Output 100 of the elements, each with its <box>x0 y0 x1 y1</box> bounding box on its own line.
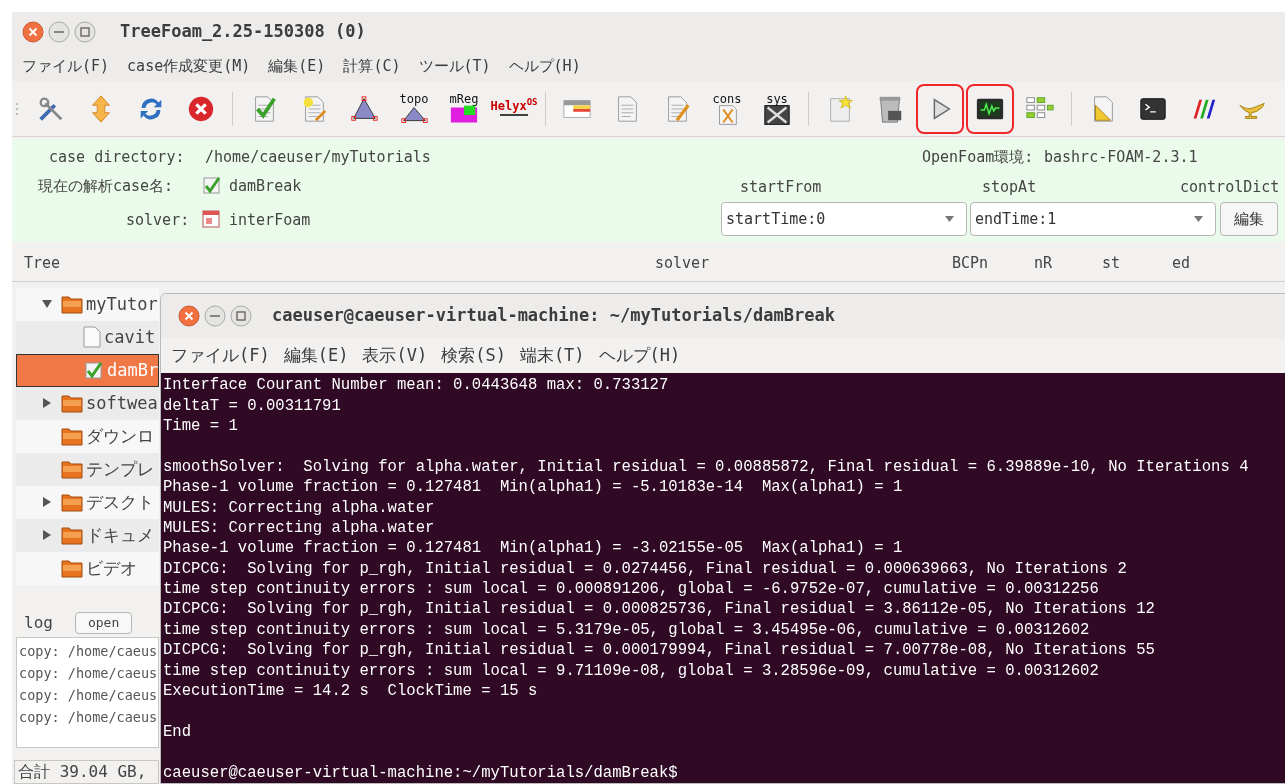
field-label: case directory: <box>49 147 185 168</box>
terminal-line: DICPCG: Solving for p_rgh, Initial residual = 0.000179994, Final residual = 7.00778e-08, No Iterations 55 <box>163 640 1156 661</box>
close-icon[interactable] <box>22 20 44 43</box>
maximize-icon[interactable] <box>230 305 252 328</box>
checked-document-icon <box>84 360 104 381</box>
terminal-line: MULES: Correcting alpha.water <box>163 517 436 539</box>
menu-item[interactable]: 端末(T) <box>519 343 585 369</box>
toolbar-button[interactable]: sys <box>753 83 801 134</box>
log-line: copy: /home/caeus <box>19 685 158 705</box>
terminal-line: MULES: Correcting alpha.water <box>163 497 436 518</box>
terminal-line: Interface Courant Number mean: 0.0443648 max: 0.733127 <box>163 375 670 396</box>
terminal-line: time step continuity errors : sum local = 5.3179e-05, global = 3.45495e-06, cumulative = 0.00312602 <box>163 619 1091 641</box>
column-header[interactable]: ed <box>1172 252 1191 275</box>
log-label: log <box>24 611 53 634</box>
terminal-line: DICPCG: Solving for p_rgh, Initial residual = 0.000825736, Final residual = 3.86112e-05, No Iterations 12 <box>163 599 1156 620</box>
terminal-line: smoothSolver: Solving for alpha.water, Initial residual = 0.00885872, Final residual = 6.39889e-10, No Iterations 4 <box>163 456 1250 478</box>
collapsed-arrow-icon[interactable] <box>42 497 52 508</box>
tree-item[interactable]: テンプレ <box>16 452 159 486</box>
menu-item[interactable]: ファイル(F) <box>22 55 110 78</box>
folder-icon <box>61 459 83 480</box>
folder-icon <box>61 492 83 513</box>
toolbar-grip-icon[interactable] <box>15 101 19 116</box>
column-header[interactable]: nR <box>1034 252 1053 275</box>
field-label: 現在の解析case名: <box>38 176 174 197</box>
menu-item[interactable]: 編集(E) <box>283 343 349 369</box>
menu-item[interactable]: 計算(C) <box>343 55 401 78</box>
status-text: 合計 39.04 GB, <box>18 761 147 783</box>
underline-icon <box>499 111 529 118</box>
terminal-line: time step continuity errors : sum local = 0.000891206, global = -6.9752e-07, cumulative = 0.00312256 <box>163 579 1100 600</box>
open-button[interactable]: open <box>74 611 133 634</box>
menu-item[interactable]: 編集(E) <box>268 55 326 78</box>
menu-item[interactable]: case作成変更(M) <box>127 55 251 78</box>
log-line: copy: /home/caeus <box>19 641 158 661</box>
toolbar-button[interactable]: Helyx$^{OS}$ <box>490 83 538 134</box>
column-header[interactable]: solver <box>655 252 710 275</box>
column-header[interactable]: BCPn <box>952 252 989 275</box>
terminal-line: End <box>163 721 193 743</box>
menu-item[interactable]: ヘルプ(H) <box>598 343 681 369</box>
menu-item[interactable]: ツール(T) <box>418 55 491 78</box>
terminal-line: Phase-1 volume fraction = 0.127481 Min(alpha1) = -3.02155e-05 Max(alpha1) = 1 <box>163 538 904 559</box>
column-header[interactable]: st <box>1102 252 1121 275</box>
tree-item[interactable]: ビデオ <box>16 551 159 585</box>
toolbar-button[interactable] <box>966 83 1014 134</box>
tree-item[interactable]: myTutor <box>16 287 159 321</box>
folder-icon <box>61 525 83 546</box>
field-value: damBreak <box>229 176 302 197</box>
field-label: stopAt <box>982 177 1037 198</box>
terminal-line: deltaT = 0.00311791 <box>163 395 342 416</box>
tree-item[interactable]: cavit <box>16 320 159 354</box>
field-label: controlDict <box>1180 177 1280 198</box>
solver-icon <box>202 210 220 228</box>
folder-icon <box>61 426 83 447</box>
window-title: TreeFoam_2.25-150308 (0) <box>120 20 366 44</box>
tree-item[interactable]: ダウンロ <box>16 419 159 453</box>
column-header[interactable]: Tree <box>24 252 61 275</box>
terminal-line: DICPCG: Solving for p_rgh, Initial residual = 0.0274456, Final residual = 0.000639663, No Iterations 2 <box>163 558 1128 580</box>
tree-item[interactable]: ドキュメ <box>16 518 159 552</box>
terminal-line: caeuser@caeuser-virtual-machine:~/myTutorials/damBreak$ <box>163 762 679 783</box>
field-label: startFrom <box>740 177 822 198</box>
menu-item[interactable]: ヘルプ(H) <box>508 55 581 78</box>
dropdown[interactable]: endTime:1 <box>970 202 1216 236</box>
menu-item[interactable]: 表示(V) <box>362 343 428 369</box>
folder-icon <box>61 294 83 315</box>
collapsed-arrow-icon[interactable] <box>42 398 52 409</box>
menu-item[interactable]: 検索(S) <box>441 343 506 369</box>
close-icon[interactable] <box>178 305 200 328</box>
maximize-icon[interactable] <box>74 20 96 43</box>
field-value: /home/caeuser/myTutorials <box>205 147 431 168</box>
window-title: caeuser@caeuser-virtual-machine: ~/myTutorials/damBreak <box>272 304 835 328</box>
field-value: interFoam <box>229 210 311 231</box>
field-label: solver: <box>126 210 190 231</box>
terminal-line: ExecutionTime = 14.2 s ClockTime = 15 s <box>163 681 539 702</box>
triangle-mesh-icon <box>399 104 429 125</box>
toolbar-button[interactable]: topo <box>390 83 438 134</box>
collapsed-arrow-icon[interactable] <box>42 530 52 541</box>
triangle-mesh-icon <box>349 93 379 124</box>
colored-blocks-icon <box>449 104 479 125</box>
file-icon <box>83 326 101 349</box>
tree-item[interactable]: デスクト <box>16 485 159 519</box>
dropdown[interactable]: startTime:0 <box>721 202 967 236</box>
field-label: OpenFoam環境: <box>922 147 1034 168</box>
minimize-icon[interactable] <box>204 305 226 328</box>
terminal-line: Phase-1 volume fraction = 0.127481 Min(alpha1) = -5.10183e-14 Max(alpha1) = 1 <box>163 477 904 498</box>
folder-icon <box>61 393 83 414</box>
menu-item[interactable]: ファイル(F) <box>171 343 270 369</box>
toolbar-button[interactable]: cons <box>703 83 751 134</box>
log-line: copy: /home/caeus <box>19 707 158 727</box>
edit-button[interactable]: 編集 <box>1220 202 1278 236</box>
folder-icon <box>61 558 83 579</box>
checked-document-icon <box>202 175 222 195</box>
minimize-icon[interactable] <box>48 20 70 43</box>
toolbar-button[interactable]: mReg <box>440 83 488 134</box>
expanded-arrow-icon[interactable] <box>42 299 52 310</box>
field-value: bashrc-FOAM-2.3.1 <box>1044 147 1198 168</box>
log-line: copy: /home/caeus <box>19 663 158 683</box>
dropdown-arrow-icon <box>945 216 954 222</box>
terminal-line: Time = 1 <box>163 415 239 437</box>
tree-item[interactable]: softwea <box>16 386 159 420</box>
dropdown-arrow-icon <box>1194 216 1203 222</box>
terminal-line: time step continuity errors : sum local = 9.71109e-08, global = 3.28596e-09, cumulative = 0.00312602 <box>163 660 1100 682</box>
